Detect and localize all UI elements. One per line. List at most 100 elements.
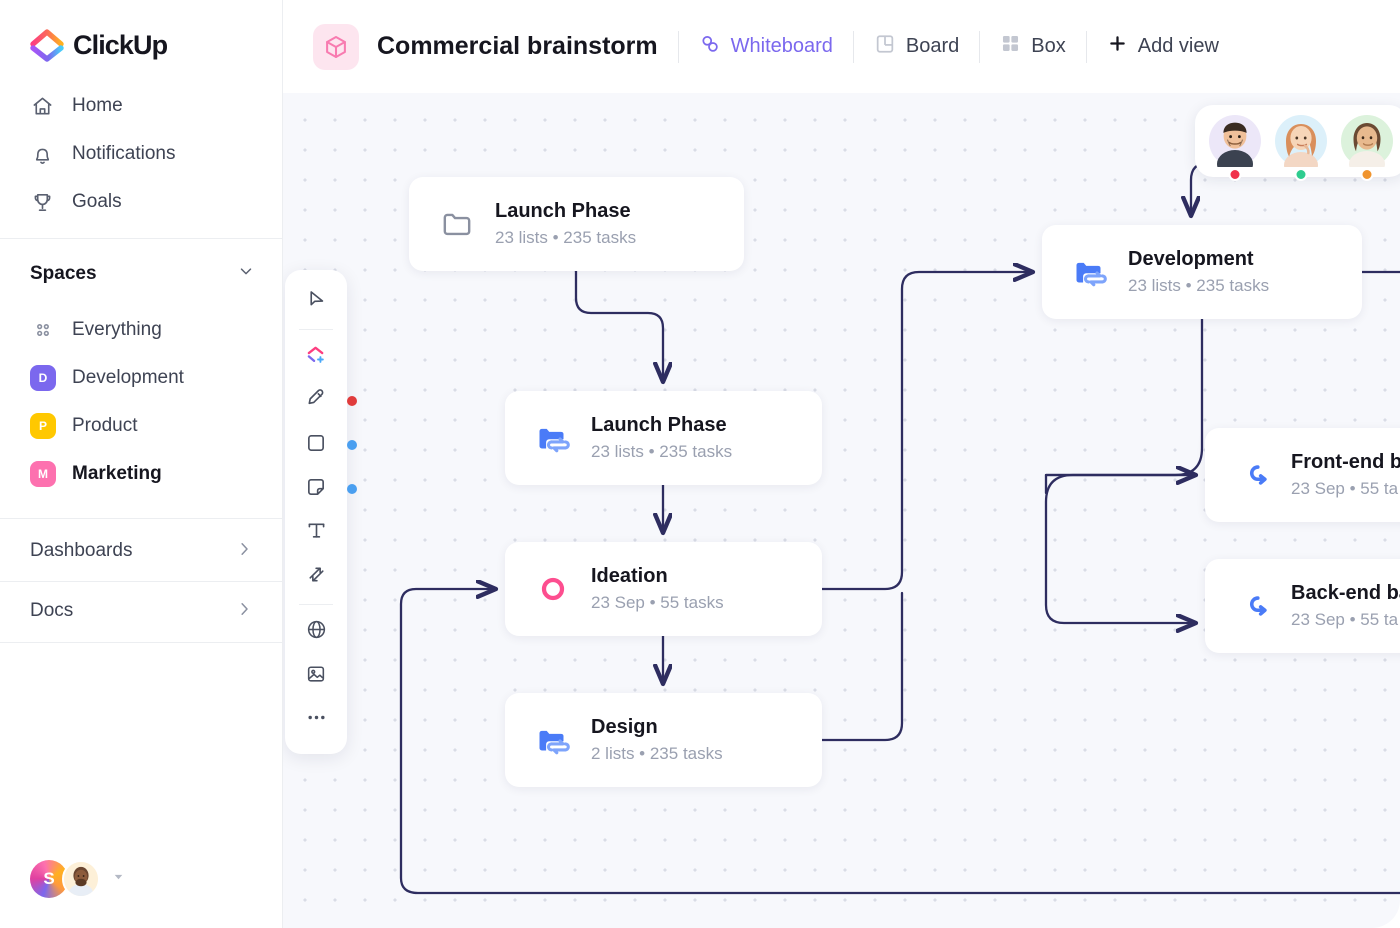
sidebar-divider-2 — [0, 518, 283, 519]
collaborator-avatar-group[interactable] — [1195, 105, 1400, 177]
connector-design-to-column — [822, 593, 902, 740]
node-title: Launch Phase — [591, 414, 732, 437]
text-tool[interactable] — [293, 511, 339, 555]
cursor-icon — [305, 288, 328, 316]
pen-color-dot — [347, 396, 357, 406]
image-icon — [305, 663, 327, 690]
node-meta: 23 Sep • 55 ta — [1291, 610, 1400, 630]
avatar-2[interactable] — [1275, 115, 1327, 167]
image-tool[interactable] — [293, 654, 339, 698]
marker-pen-icon — [305, 387, 328, 415]
recurring-arrow-icon — [1235, 588, 1271, 624]
board-icon — [874, 33, 896, 61]
top-header: Commercial brainstorm Whiteboard Board — [283, 0, 1400, 93]
clickup-add-tool[interactable] — [293, 335, 339, 379]
sidebar-item-label: Dashboards — [30, 540, 132, 562]
avatar-1[interactable] — [1209, 115, 1261, 167]
node-card-design[interactable]: Design 2 lists • 235 tasks — [505, 693, 822, 787]
user-account-bar[interactable]: S — [30, 860, 125, 898]
whiteboard-canvas[interactable]: Launch Phase 23 lists • 235 tasks Launch… — [283, 93, 1400, 928]
space-label: Product — [72, 415, 137, 437]
chevron-down-icon[interactable] — [237, 262, 255, 285]
connector-ideation-to-development — [822, 272, 1032, 589]
folder-sync-icon — [535, 722, 571, 758]
space-label: Marketing — [72, 463, 162, 485]
node-title: Ideation — [591, 565, 724, 588]
sidebar-item-dashboards[interactable]: Dashboards — [0, 521, 283, 581]
brand-name: ClickUp — [73, 30, 167, 61]
node-card-ideation[interactable]: Ideation 23 Sep • 55 tasks — [505, 542, 822, 636]
home-icon — [30, 94, 54, 118]
folder-sync-icon — [535, 420, 571, 456]
primary-nav: Home Notifications — [0, 82, 283, 226]
text-t-icon — [305, 519, 328, 547]
toolbar-divider — [299, 329, 333, 330]
node-title: Development — [1128, 248, 1269, 271]
pink-circle-icon — [535, 571, 571, 607]
embed-tool[interactable] — [293, 610, 339, 654]
sidebar-item-development[interactable]: D Development — [0, 354, 283, 402]
node-card-front-end[interactable]: Front-end ba 23 Sep • 55 ta — [1205, 428, 1400, 522]
spaces-section-header[interactable]: Spaces — [30, 262, 255, 285]
node-card-back-end[interactable]: Back-end ba 23 Sep • 55 ta — [1205, 559, 1400, 653]
more-tools[interactable] — [293, 698, 339, 742]
sidebar-divider-1 — [0, 238, 283, 239]
clickup-logo-icon — [30, 28, 64, 62]
clickup-logo[interactable]: ClickUp — [30, 28, 167, 62]
tab-label: Box — [1031, 35, 1065, 58]
node-meta: 23 lists • 235 tasks — [591, 442, 732, 462]
connector-tool[interactable] — [293, 555, 339, 599]
space-label: Development — [72, 367, 184, 389]
node-text: Ideation 23 Sep • 55 tasks — [591, 565, 724, 613]
node-meta: 23 Sep • 55 ta — [1291, 479, 1400, 499]
avatar[interactable] — [62, 860, 100, 898]
whiteboard-icon — [699, 33, 721, 61]
grid-dots-icon — [30, 317, 56, 343]
node-text: Launch Phase 23 lists • 235 tasks — [591, 414, 732, 462]
toolbar-divider — [299, 604, 333, 605]
node-card-launch-phase-folder[interactable]: Launch Phase 23 lists • 235 tasks — [409, 177, 744, 271]
node-title: Launch Phase — [495, 200, 636, 223]
sidebar-item-goals[interactable]: Goals — [0, 178, 283, 226]
add-view-label: Add view — [1138, 35, 1219, 58]
connector-development-to-backend — [1046, 319, 1202, 623]
tab-box[interactable]: Box — [1000, 33, 1065, 60]
chevron-right-icon — [235, 540, 253, 563]
node-meta: 23 lists • 235 tasks — [495, 228, 636, 248]
avatar-3[interactable] — [1341, 115, 1393, 167]
clickup-whiteboard-app: ClickUp Home Notifications — [0, 0, 1400, 928]
chevron-right-icon — [235, 600, 253, 623]
node-card-development[interactable]: Development 23 lists • 235 tasks — [1042, 225, 1362, 319]
sidebar-item-docs[interactable]: Docs — [0, 581, 283, 641]
caret-down-icon[interactable] — [112, 870, 125, 888]
shape-color-dot — [347, 440, 357, 450]
tab-board[interactable]: Board — [874, 33, 959, 61]
status-badge — [1361, 168, 1374, 181]
shape-tool[interactable] — [293, 423, 339, 467]
select-cursor-tool[interactable] — [293, 280, 339, 324]
sticky-note-tool[interactable] — [293, 467, 339, 511]
sidebar-item-everything[interactable]: Everything — [0, 306, 283, 354]
sidebar-item-marketing[interactable]: M Marketing — [0, 450, 283, 498]
connector-arrows-icon — [305, 563, 328, 591]
node-text: Back-end ba 23 Sep • 55 ta — [1291, 582, 1400, 630]
sidebar-item-notifications[interactable]: Notifications — [0, 130, 283, 178]
globe-icon — [305, 618, 328, 646]
sidebar-divider-3 — [0, 581, 283, 582]
sidebar-item-label: Docs — [30, 600, 73, 622]
ellipsis-icon — [305, 706, 328, 734]
tab-whiteboard[interactable]: Whiteboard — [699, 33, 833, 61]
sidebar-item-home[interactable]: Home — [0, 82, 283, 130]
header-divider — [678, 31, 679, 63]
clickup-plus-icon — [305, 343, 328, 371]
folder-outline-icon — [439, 206, 475, 242]
sidebar-item-product[interactable]: P Product — [0, 402, 283, 450]
add-view-button[interactable]: Add view — [1107, 33, 1219, 60]
connector-launch-to-launch — [576, 271, 663, 381]
node-card-launch-phase-sync[interactable]: Launch Phase 23 lists • 235 tasks — [505, 391, 822, 485]
pen-tool[interactable] — [293, 379, 339, 423]
bell-icon — [30, 142, 54, 166]
sticky-note-icon — [305, 476, 327, 503]
space-badge-marketing: M — [30, 461, 56, 487]
node-title: Front-end ba — [1291, 451, 1400, 474]
